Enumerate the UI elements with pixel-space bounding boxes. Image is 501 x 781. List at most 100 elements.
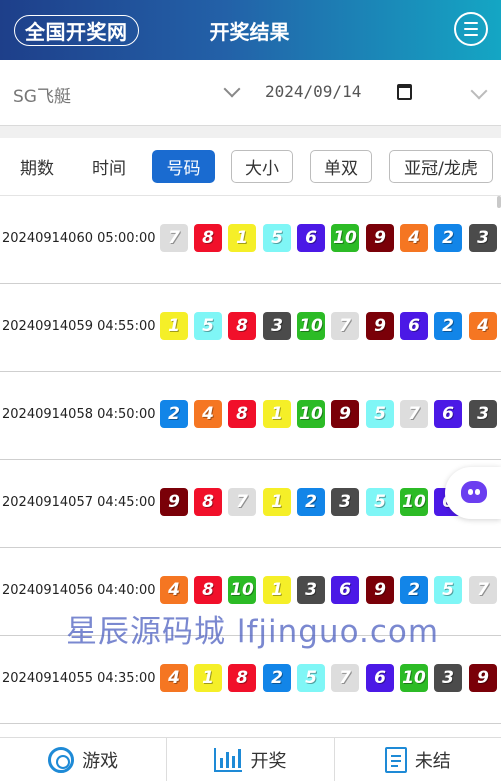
number-ball: 1	[263, 576, 291, 604]
top-header: 全国开奖网 开奖结果	[0, 0, 501, 60]
number-ball: 10	[228, 576, 256, 604]
nav-item-label: 开奖	[250, 750, 287, 772]
nav-item-unsettled[interactable]: 未结	[335, 738, 501, 781]
tab-issue[interactable]: 期数	[14, 150, 60, 183]
number-ball: 4	[469, 312, 497, 340]
menu-icon-line	[464, 34, 478, 36]
number-ball: 7	[400, 400, 428, 428]
number-ball: 9	[160, 488, 188, 516]
number-ball: 5	[297, 664, 325, 692]
number-ball: 1	[228, 224, 256, 252]
number-ball: 9	[366, 312, 394, 340]
result-row: 20240914059 04:55:00 1 5 8 3 10 7 9 6 2 4	[0, 284, 501, 372]
number-ball: 2	[400, 576, 428, 604]
number-ball: 7	[469, 576, 497, 604]
number-ball: 5	[366, 400, 394, 428]
issue-and-time: 20240914058 04:50:00	[2, 407, 156, 422]
chevron-down-icon[interactable]	[223, 80, 241, 98]
number-ball: 3	[434, 664, 462, 692]
number-ball: 10	[297, 312, 325, 340]
number-ball: 7	[160, 224, 188, 252]
issue-and-time: 20240914055 04:35:00	[2, 671, 156, 686]
number-ball: 4	[160, 576, 188, 604]
issue-and-time: 20240914060 05:00:00	[2, 231, 156, 246]
number-ball: 7	[331, 664, 359, 692]
date-input[interactable]: 2024/09/14	[265, 82, 361, 101]
menu-icon-line	[464, 28, 478, 30]
number-ball: 5	[366, 488, 394, 516]
number-ball: 6	[366, 664, 394, 692]
number-ball: 10	[297, 400, 325, 428]
game-icon	[48, 746, 75, 773]
number-ball: 8	[228, 400, 256, 428]
number-ball: 9	[366, 224, 394, 252]
number-ball: 9	[331, 400, 359, 428]
number-ball: 3	[469, 400, 497, 428]
number-ball: 4	[194, 400, 222, 428]
issue-and-time: 20240914056 04:40:00	[2, 583, 156, 598]
menu-button[interactable]	[454, 12, 488, 46]
result-row: 20240914057 04:45:0098712351064	[0, 460, 501, 548]
number-ball: 3	[263, 312, 291, 340]
number-ball: 6	[331, 576, 359, 604]
nav-item-games[interactable]: 游戏	[0, 738, 168, 781]
number-ball: 2	[160, 400, 188, 428]
number-ball: 10	[400, 664, 428, 692]
tab-big-small[interactable]: 大小	[231, 150, 293, 183]
number-ball: 5	[434, 576, 462, 604]
number-ball: 4	[160, 664, 188, 692]
lottery-select[interactable]: SG飞艇	[13, 82, 71, 107]
number-ball: 8	[228, 664, 256, 692]
number-ball: 5	[263, 224, 291, 252]
tab-champion-dragon-tiger[interactable]: 亚冠/龙虎	[389, 150, 493, 183]
number-ball: 9	[469, 664, 497, 692]
section-divider	[0, 126, 501, 138]
number-ball: 8	[194, 576, 222, 604]
result-row: 20240914058 04:50:00 2 4 8 1 10 9 5 7 6 3	[0, 372, 501, 460]
number-ball: 4	[400, 224, 428, 252]
menu-icon-line	[464, 22, 478, 24]
number-ball: 2	[434, 312, 462, 340]
number-ball: 10	[331, 224, 359, 252]
watermark-text: 星辰源码城 lfjinguo.com	[66, 614, 440, 650]
issue-and-time: 20240914059 04:55:00	[2, 319, 156, 334]
tab-odd-even[interactable]: 单双	[310, 150, 372, 183]
nav-item-label: 未结	[414, 750, 451, 772]
app: 全国开奖网 开奖结果 SG飞艇 2024/09/14 期数 时间 号码 大小 单…	[0, 0, 501, 781]
number-ball: 6	[434, 400, 462, 428]
number-ball: 9	[366, 576, 394, 604]
number-ball: 8	[194, 488, 222, 516]
chart-icon	[214, 747, 243, 772]
scrollbar[interactable]	[497, 196, 501, 208]
page-title: 开奖结果	[209, 19, 290, 44]
number-ball: 3	[469, 224, 497, 252]
calendar-icon[interactable]	[397, 84, 412, 100]
chat-assistant-button[interactable]	[445, 467, 501, 519]
number-ball: 7	[228, 488, 256, 516]
tab-time[interactable]: 时间	[86, 150, 132, 183]
bottom-nav: 游戏 开奖 未结	[0, 737, 501, 781]
results-list[interactable]: 20240914060 05:00:00 7 8 1 5 6 10 9 4 2 3 202409140…	[0, 196, 501, 737]
number-ball: 5	[194, 312, 222, 340]
number-ball: 8	[194, 224, 222, 252]
robot-icon	[461, 481, 487, 503]
filter-bar: SG飞艇 2024/09/14	[0, 60, 501, 126]
number-ball: 6	[400, 312, 428, 340]
nav-item-label: 游戏	[82, 750, 119, 772]
nav-item-results[interactable]: 开奖	[167, 738, 335, 781]
view-tabs: 期数 时间 号码 大小 单双 亚冠/龙虎	[0, 138, 501, 196]
number-ball: 1	[160, 312, 188, 340]
number-ball: 1	[263, 400, 291, 428]
result-row: 20240914060 05:00:00 7 8 1 5 6 10 9 4 2 3	[0, 196, 501, 284]
number-ball: 8	[228, 312, 256, 340]
issue-and-time: 20240914057 04:45:00	[2, 495, 156, 510]
number-ball: 3	[331, 488, 359, 516]
number-ball: 3	[297, 576, 325, 604]
tab-numbers[interactable]: 号码	[152, 150, 215, 183]
number-ball: 7	[331, 312, 359, 340]
chevron-down-icon[interactable]	[470, 82, 488, 100]
document-icon	[384, 746, 407, 773]
number-ball: 2	[263, 664, 291, 692]
number-ball: 2	[434, 224, 462, 252]
number-ball: 10	[400, 488, 428, 516]
